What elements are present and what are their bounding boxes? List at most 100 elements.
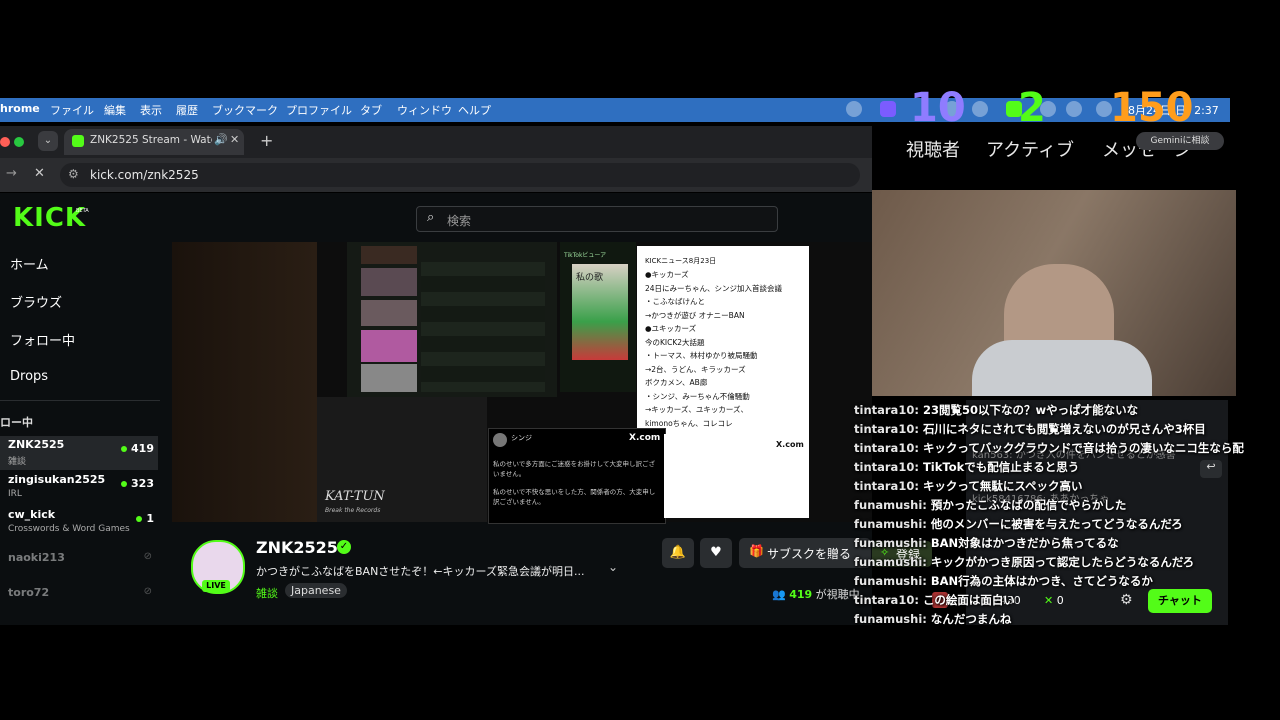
channel-viewers: 419 [121, 442, 154, 455]
menu-window[interactable]: ウィンドウ [397, 102, 452, 118]
following-header: ロー中 [0, 416, 33, 429]
chat-username[interactable]: tintara10 [854, 441, 914, 455]
tweet-avatar [493, 433, 507, 447]
window-zoom-button[interactable] [14, 137, 24, 147]
chat-message: tintara10: キックってバックグラウンドで音は拾うの凄いなニコ生なら配 [854, 440, 1244, 456]
channel-viewer-count: 323 [131, 477, 154, 490]
menu-edit[interactable]: 編集 [104, 102, 126, 118]
follow-heart-icon[interactable]: ♥ [700, 538, 732, 568]
send-chat-button[interactable]: チャット [1148, 589, 1212, 613]
video-left-fill [172, 242, 317, 522]
video-thumb [361, 300, 417, 326]
viewer-count-number: 419 [789, 588, 813, 601]
chat-message: tintara10: 23閲覧50以下なの？wやっぱ才能ないな [854, 402, 1138, 418]
chat-separator: : [914, 441, 923, 455]
menu-history[interactable]: 履歴 [176, 102, 198, 118]
chat-username[interactable]: funamushi [854, 517, 922, 531]
song-label: 私の歌 [576, 273, 604, 283]
gemini-button[interactable]: Geminiに相談 [1136, 132, 1224, 150]
gift-icon: 🎁 [749, 544, 764, 558]
chat-text: 23閲覧50以下なの？wやっぱ才能ないな [922, 403, 1139, 417]
channel-category: Crosswords & Word Games [8, 524, 130, 534]
news-line: →かつきが遊び オナニーBAN [645, 310, 745, 320]
chat-message: funamushi: BAN対象はかつきだから焦ってるな [854, 535, 1119, 551]
chat-settings-gear-icon[interactable]: ⚙ [1120, 592, 1133, 608]
sidebar-channel-zingisukan2525[interactable]: zingisukan2525 IRL 323 [0, 471, 158, 505]
kick-coin-stat: ✕ 0 [1044, 594, 1064, 607]
streamer-name[interactable]: ZNK2525 [256, 538, 338, 557]
site-settings-icon[interactable]: ⚙ [68, 167, 79, 181]
x-logo: X.com [629, 433, 661, 443]
stream-category[interactable]: 雑談 [256, 585, 278, 601]
chat-username[interactable]: funamushi [854, 612, 922, 626]
chat-username[interactable]: tintara10 [854, 593, 914, 607]
channel-viewer-count: 1 [146, 512, 154, 525]
chat-separator: : [914, 460, 923, 474]
menu-profile[interactable]: プロファイル [286, 102, 352, 118]
chat-separator: : [922, 612, 931, 626]
menu-bookmarks[interactable]: ブックマーク [212, 102, 278, 118]
stop-loading-icon[interactable]: ✕ [34, 166, 45, 181]
nav-following[interactable]: フォロー中 [10, 330, 75, 349]
gift-subscription-label: サブスクを贈る [767, 547, 852, 561]
menu-view[interactable]: 表示 [140, 102, 162, 118]
chat-text: キックがかつき原因って認定したらどうなるんだろ [930, 555, 1195, 569]
sidebar-channel-cw-kick[interactable]: cw_kick Crosswords & Word Games 1 [0, 506, 158, 540]
chat-reply-icon[interactable]: ↩ [1200, 460, 1222, 478]
viewer-count: 👥 419 が視聴中 [772, 586, 860, 602]
url-field[interactable]: ⚙ kick.com/znk2525 [60, 163, 860, 187]
menu-file[interactable]: ファイル [50, 102, 94, 118]
tab-close-icon[interactable]: ✕ [230, 133, 239, 146]
chat-text: 預かったこふなばの配信でやらかした [930, 498, 1127, 512]
chat-message: funamushi: 預かったこふなばの配信でやらかした [854, 497, 1126, 513]
chat-username[interactable]: funamushi [854, 498, 922, 512]
chat-text: キックって無駄にスペック高い [922, 479, 1083, 493]
sidebar-channel-znk2525[interactable]: ZNK2525 雑談 419 [0, 436, 158, 470]
nav-home[interactable]: ホーム [10, 254, 49, 273]
sidebar-channel-naoki213[interactable]: naoki213 ⊘ [0, 549, 158, 583]
chat-username[interactable]: tintara10 [854, 403, 914, 417]
clock-icon[interactable] [972, 101, 988, 117]
menu-tab[interactable]: タブ [360, 102, 382, 118]
menubar-app-name[interactable]: hrome [0, 102, 40, 115]
channel-category: 雑談 [8, 457, 27, 467]
nav-browse[interactable]: ブラウズ [10, 292, 62, 311]
chat-message: funamushi: なんだつまんね [854, 611, 1011, 627]
screen-record-icon[interactable] [880, 101, 896, 117]
search-input[interactable]: ⌕ 検索 [416, 206, 778, 232]
channel-name: zingisukan2525 [8, 473, 106, 486]
chat-username[interactable]: funamushi [854, 536, 922, 550]
window-close-button[interactable] [0, 137, 10, 147]
url-text[interactable]: kick.com/znk2525 [90, 168, 199, 182]
chat-separator: : [922, 498, 931, 512]
language-tag[interactable]: Japanese [285, 583, 347, 598]
chat-username[interactable]: tintara10 [854, 479, 914, 493]
tab-audio-icon[interactable]: 🔊 [214, 133, 228, 146]
forward-arrow-icon[interactable]: → [6, 166, 17, 181]
chat-separator: : [914, 479, 923, 493]
expand-chevron-icon[interactable]: ⌄ [608, 560, 618, 574]
chat-separator: : [922, 574, 931, 588]
nav-drops[interactable]: Drops [10, 369, 48, 384]
tab-title: ZNK2525 Stream - Watch [90, 134, 212, 146]
search-icon[interactable] [1066, 101, 1082, 117]
new-tab-plus-icon[interactable]: + [260, 131, 273, 150]
status-icon[interactable] [846, 101, 862, 117]
news-line: ●ユキッカーズ [645, 324, 697, 333]
active-caption: アクティブ [986, 140, 1075, 161]
chat-username[interactable]: funamushi [854, 574, 922, 588]
menu-help[interactable]: ヘルプ [458, 102, 491, 118]
browser-tab[interactable]: ZNK2525 Stream - Watch 🔊 ✕ [64, 129, 244, 155]
notification-bell-icon[interactable]: 🔔 [662, 538, 694, 568]
chat-username[interactable]: tintara10 [854, 422, 914, 436]
chat-username[interactable]: funamushi [854, 555, 922, 569]
kick-coin-icon: ✕ [1044, 594, 1054, 607]
chat-username[interactable]: tintara10 [854, 460, 914, 474]
channel-viewer-count: 419 [131, 442, 154, 455]
news-line: ・シンジ、みーちゃん不倫騒動 [645, 391, 750, 401]
video-player[interactable]: TikTokビューア 私の歌 KICKニュース8月23日 ●キッカーズ 24日にみ… [172, 242, 872, 524]
tweet-body-2: 私のせいで不快な思いをした方、関係者の方、大変申し訳ございません。 [493, 488, 656, 506]
tab-search-chevron-icon[interactable]: ⌄ [38, 131, 58, 151]
gift-subscription-button[interactable]: 🎁 サブスクを贈る [739, 538, 871, 568]
sidebar-channel-toro72[interactable]: toro72 ⊘ [0, 584, 158, 618]
